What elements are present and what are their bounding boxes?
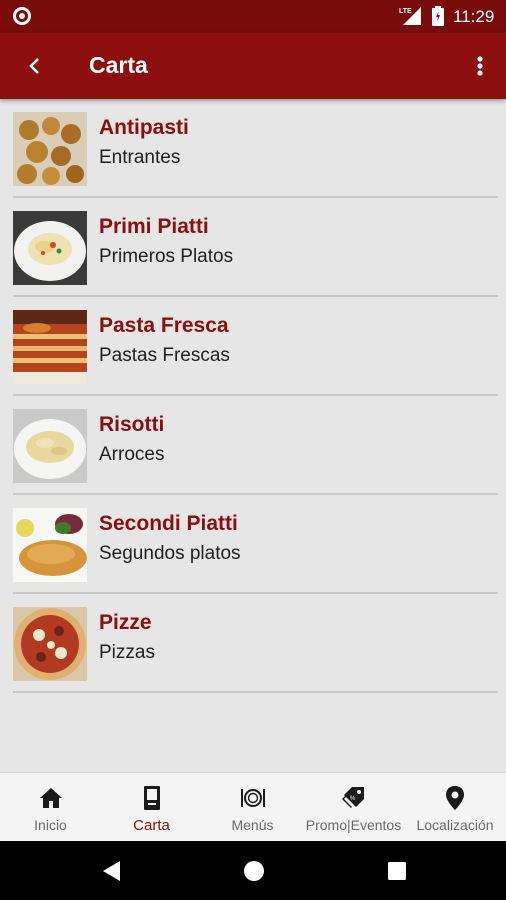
back-chevron-icon[interactable] — [20, 51, 50, 81]
item-title: Secondi Piatti — [99, 512, 238, 535]
bottom-navigation: Inicio Carta Menús % Promo|Eventos Local… — [0, 772, 506, 841]
nav-label: Localización — [416, 817, 494, 833]
system-navigation-bar — [0, 841, 506, 900]
item-subtitle: Pizzas — [99, 642, 155, 663]
lte-signal-icon: LTE — [399, 7, 421, 25]
item-subtitle: Arroces — [99, 444, 165, 465]
risotto-plate-photo — [13, 409, 87, 483]
list-item-secondi-piatti[interactable]: Secondi Piatti Segundos platos — [0, 495, 506, 594]
fried-croquettes-photo — [13, 112, 87, 186]
item-title: Risotti — [99, 413, 165, 436]
system-recents-icon[interactable] — [386, 859, 408, 883]
lasagna-photo — [13, 310, 87, 384]
status-time: 11:29 — [453, 7, 495, 26]
page-title: Carta — [89, 52, 148, 78]
divider — [13, 691, 498, 693]
item-title: Primi Piatti — [99, 215, 209, 238]
list-item-pasta-fresca[interactable]: Pasta Fresca Pastas Frescas — [0, 297, 506, 396]
system-back-icon[interactable] — [100, 859, 122, 883]
nav-label: Menús — [231, 817, 274, 833]
system-home-icon[interactable] — [242, 859, 266, 883]
status-bar: LTE 11:29 — [0, 0, 506, 33]
pizza-photo — [13, 607, 87, 681]
item-title: Pasta Fresca — [99, 314, 229, 337]
item-title: Pizze — [99, 611, 152, 634]
battery-icon — [432, 6, 444, 26]
promo-tag-icon: % — [341, 787, 364, 808]
list-item-pizze[interactable]: Pizze Pizzas — [0, 594, 506, 693]
nav-item-carta[interactable]: Carta — [101, 773, 202, 842]
nav-item-menus[interactable]: Menús — [202, 773, 303, 842]
list-item-primi-piatti[interactable]: Primi Piatti Primeros Platos — [0, 198, 506, 297]
location-pin-icon — [446, 786, 464, 810]
nav-label: Carta — [133, 817, 170, 834]
more-vert-icon[interactable] — [468, 51, 492, 81]
plate-cutlery-icon — [240, 789, 265, 807]
app-bar: Carta — [0, 33, 506, 99]
nav-label: Promo|Eventos — [305, 817, 402, 833]
breaded-cutlet-photo — [13, 508, 87, 582]
notification-icon — [13, 7, 31, 25]
list-item-risotti[interactable]: Risotti Arroces — [0, 396, 506, 495]
item-subtitle: Segundos platos — [99, 543, 241, 564]
nav-label: Inicio — [34, 817, 67, 833]
pasta-plate-photo — [13, 211, 87, 285]
list-item-antipasti[interactable]: Antipasti Entrantes — [0, 99, 506, 198]
nav-item-inicio[interactable]: Inicio — [0, 773, 101, 842]
item-title: Antipasti — [99, 116, 189, 139]
menu-card-icon — [143, 786, 160, 810]
item-subtitle: Primeros Platos — [99, 246, 234, 267]
home-icon — [39, 788, 62, 808]
nav-item-promo-eventos[interactable]: % Promo|Eventos — [303, 773, 404, 842]
svg-text:%: % — [350, 796, 356, 802]
item-subtitle: Pastas Frescas — [99, 345, 230, 366]
network-type-label: LTE — [399, 8, 412, 15]
item-subtitle: Entrantes — [99, 147, 181, 168]
nav-item-localizacion[interactable]: Localización — [404, 773, 506, 842]
